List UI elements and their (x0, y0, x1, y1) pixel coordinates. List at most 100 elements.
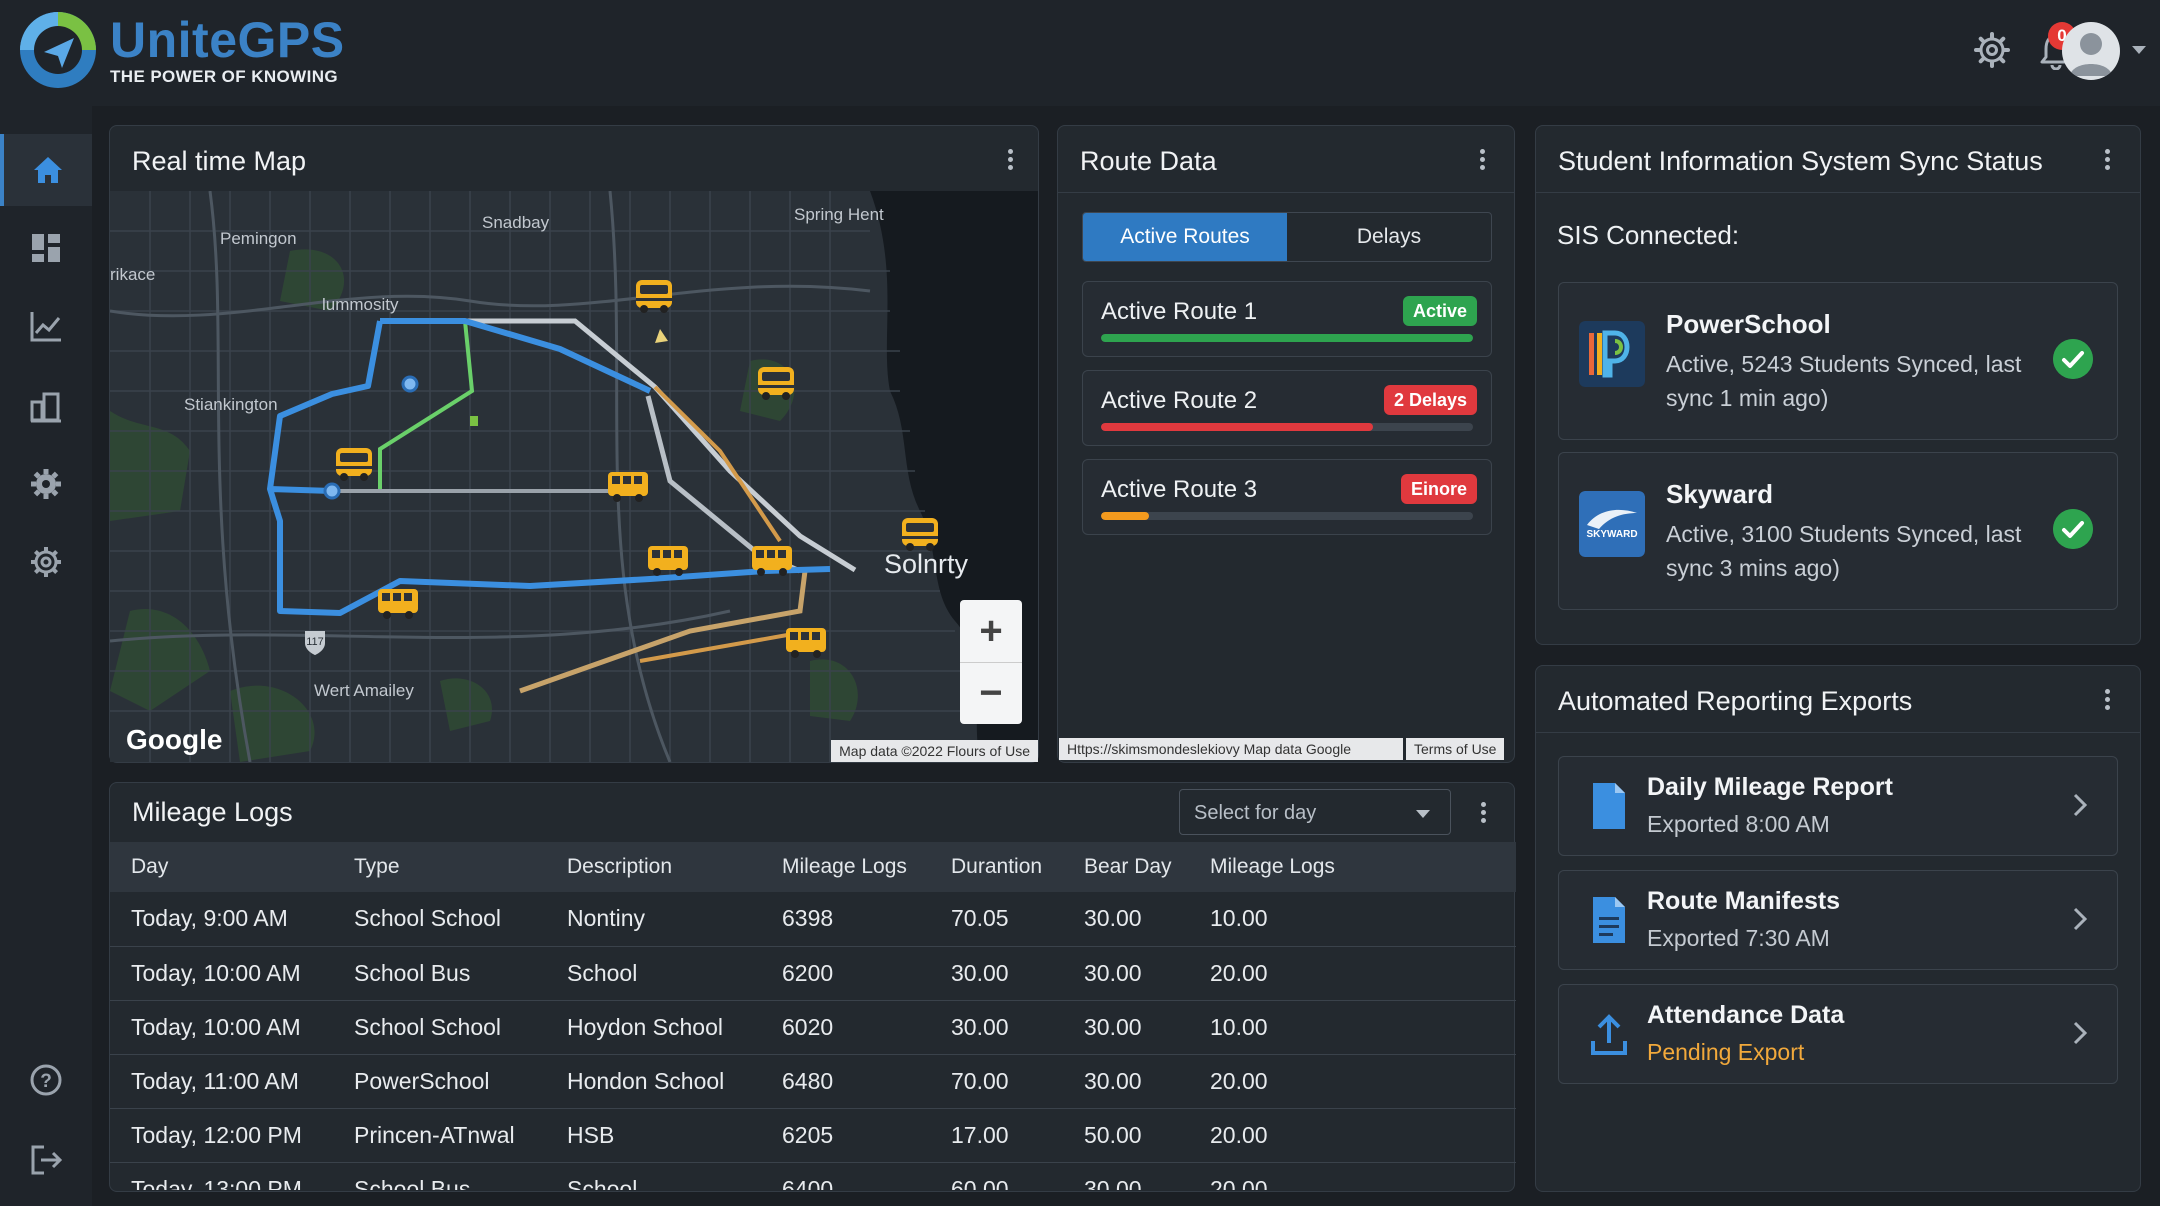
table-cell: 20.00 (1189, 946, 1516, 1001)
table-row[interactable]: Today, 12:00 PM Princen-ATnwal HSB 6205 17.0… (110, 1108, 1516, 1163)
table-cell: 10.00 (1189, 892, 1516, 947)
table-row[interactable]: Today, 10:00 AM School School Hoydon Schoo… (110, 1000, 1516, 1055)
column-header[interactable]: Day (110, 842, 333, 892)
svg-text:?: ? (40, 1071, 52, 1092)
table-cell: 6020 (761, 1000, 930, 1055)
table-row[interactable]: Today, 10:00 AM School Bus School 6200 30.00… (110, 946, 1516, 1001)
sidebar: ? (0, 106, 92, 1206)
sidebar-item-logout[interactable] (0, 1124, 92, 1196)
upload-icon (1591, 1014, 1627, 1055)
app-logo[interactable]: UniteGPS THE POWER OF KNOWING (18, 10, 345, 90)
route-progress-bar (1101, 512, 1473, 520)
powerschool-logo-icon (1579, 321, 1645, 387)
school-bus-icon[interactable] (632, 276, 676, 316)
map-zoom-control: + − (960, 600, 1022, 724)
export-item[interactable]: Attendance Data Pending Export (1558, 984, 2118, 1084)
sidebar-item-help[interactable]: ? (0, 1044, 92, 1116)
more-icon[interactable] (1005, 146, 1015, 176)
check-circle-icon (2053, 509, 2093, 549)
sis-card-skyward[interactable]: SKYWARD Skyward Active, 3100 Students Sy… (1558, 452, 2118, 610)
column-header[interactable]: Mileage Logs (761, 842, 930, 892)
terms-link[interactable]: Terms of Use (1406, 738, 1505, 760)
column-header[interactable]: Durantion (930, 842, 1063, 892)
user-icon (2070, 33, 2112, 76)
school-bus-icon[interactable] (754, 363, 798, 403)
more-icon[interactable] (1477, 146, 1487, 176)
map-label: Wert Amailey (314, 681, 414, 700)
column-header[interactable]: Description (546, 842, 761, 892)
dashboard-icon (32, 234, 60, 262)
export-status: Exported 7:30 AM (1647, 925, 1830, 951)
zoom-in-button[interactable]: + (960, 600, 1022, 662)
sidebar-item-dashboard[interactable] (0, 212, 92, 284)
export-name: Daily Mileage Report (1647, 773, 1893, 801)
sidebar-item-home[interactable] (0, 134, 92, 206)
table-cell: 30.00 (1063, 892, 1189, 947)
realtime-map[interactable]: 117 Snadbay Spring Hent Pemingon rikace … (110, 191, 1038, 762)
more-icon[interactable] (2102, 146, 2112, 176)
table-cell: School (546, 946, 761, 1001)
table-cell: 6200 (761, 946, 930, 1001)
sidebar-item-settings[interactable] (0, 448, 92, 520)
table-row[interactable]: Today, 11:00 AM PowerSchool Hondon School 6… (110, 1054, 1516, 1109)
map-label: Pemingon (220, 229, 297, 248)
map-label: lummosity (322, 295, 399, 314)
sidebar-item-analytics[interactable] (0, 290, 92, 362)
status-badge: Einore (1400, 474, 1477, 504)
chevron-down-icon[interactable] (2132, 46, 2146, 54)
zoom-out-button[interactable]: − (960, 662, 1022, 724)
school-bus-icon[interactable] (332, 444, 376, 484)
table-cell: School Bus (333, 1162, 546, 1190)
map-canvas[interactable]: 117 (110, 191, 1038, 762)
gear-icon (31, 547, 61, 577)
table-cell: 17.00 (930, 1108, 1063, 1163)
school-bus-icon[interactable] (646, 540, 690, 580)
sis-card-powerschool[interactable]: PowerSchool Active, 5243 Students Synced… (1558, 282, 2118, 440)
building-icon (30, 392, 61, 423)
school-bus-icon[interactable] (898, 514, 942, 554)
table-cell: Hondon School (546, 1054, 761, 1109)
export-item[interactable]: Daily Mileage Report Exported 8:00 AM (1558, 756, 2118, 856)
sidebar-item-preferences[interactable] (0, 526, 92, 598)
column-header[interactable]: Mileage Logs (1189, 842, 1516, 892)
table-cell: 20.00 (1189, 1108, 1516, 1163)
map-label: Spring Hent (794, 205, 884, 224)
avatar[interactable] (2062, 22, 2120, 80)
tab-delays[interactable]: Delays (1287, 213, 1491, 261)
sis-status: Active, 5243 Students Synced, last sync … (1666, 351, 2022, 411)
google-logo: Google (126, 724, 223, 755)
school-bus-icon[interactable] (750, 540, 794, 580)
table-cell: School School (333, 892, 546, 947)
column-header[interactable]: Type (333, 842, 546, 892)
more-icon[interactable] (2102, 686, 2112, 716)
table-cell: 30.00 (1063, 1162, 1189, 1190)
school-bus-icon[interactable] (376, 583, 420, 623)
table-cell: 60.00 (930, 1162, 1063, 1190)
table-cell: 6400 (761, 1162, 930, 1190)
document-icon (1593, 783, 1625, 829)
tab-active-routes[interactable]: Active Routes (1083, 213, 1287, 261)
export-item[interactable]: Route Manifests Exported 7:30 AM (1558, 870, 2118, 970)
route-progress-bar (1101, 423, 1473, 431)
gear-icon[interactable] (1974, 32, 2010, 68)
table-row[interactable]: Today, 13:00 PM School Bus School 6400 60.00… (110, 1162, 1516, 1190)
more-icon[interactable] (1478, 799, 1488, 829)
sidebar-item-buildings[interactable] (0, 370, 92, 442)
table-header-row: Day Type Description Mileage Logs Durant… (110, 842, 1516, 892)
route-card[interactable]: Active Route 1 Active (1082, 281, 1492, 357)
map-attribution[interactable]: Map data ©2022 Flours of Use (831, 740, 1038, 762)
school-bus-icon[interactable] (606, 466, 650, 506)
route-card[interactable]: Active Route 3 Einore (1082, 459, 1492, 535)
column-header[interactable]: Bear Day (1063, 842, 1189, 892)
school-bus-icon[interactable] (784, 622, 828, 662)
exports-title: Automated Reporting Exports (1558, 686, 1913, 716)
table-cell: School School (333, 1000, 546, 1055)
table-row[interactable]: Today, 9:00 AM School School Nontiny 6398 70… (110, 892, 1516, 947)
table-cell: Today, 11:00 AM (110, 1054, 333, 1109)
route-map-attribution[interactable]: Https://skimsmondeslekiovy Map data Goog… (1059, 738, 1403, 760)
day-select[interactable]: Select for day (1179, 789, 1451, 835)
svg-text:SKYWARD: SKYWARD (1586, 529, 1637, 540)
route-card[interactable]: Active Route 2 2 Delays (1082, 370, 1492, 446)
route-progress-fill (1101, 334, 1473, 342)
table-cell: PowerSchool (333, 1054, 546, 1109)
